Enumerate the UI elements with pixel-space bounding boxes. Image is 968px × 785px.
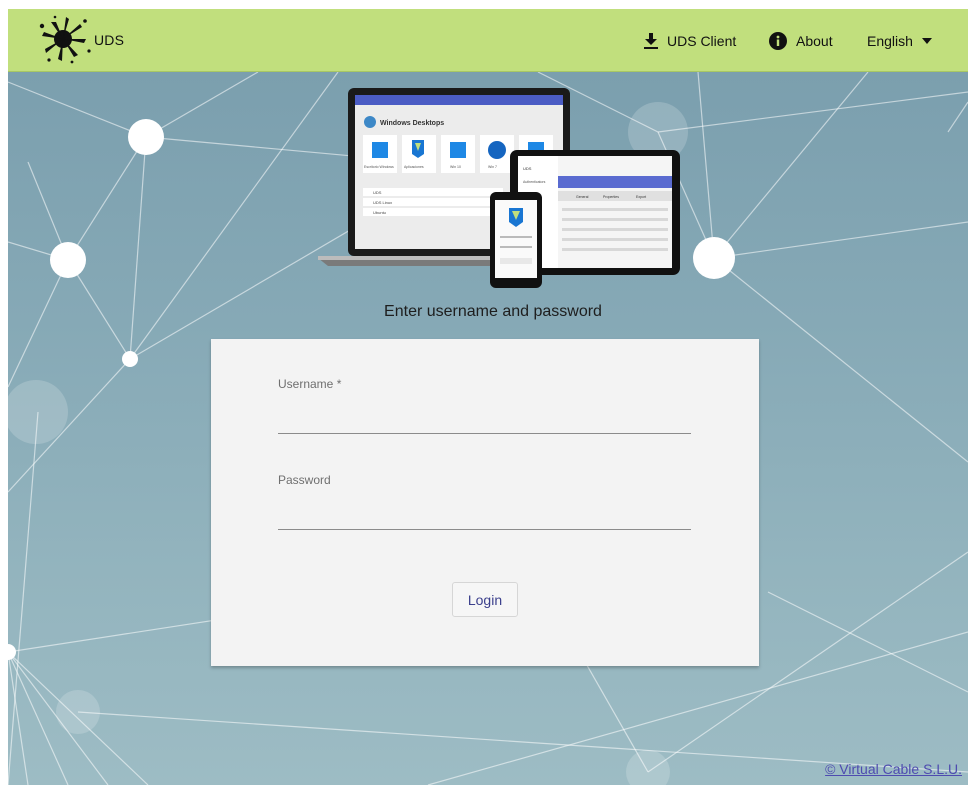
about-link[interactable]: About (769, 9, 833, 72)
info-icon (769, 31, 787, 50)
download-icon (644, 32, 658, 49)
tile-label: Escritorio Windows (364, 165, 394, 169)
login-button[interactable]: Login (452, 582, 518, 617)
caret-down-icon (921, 37, 932, 44)
background-network: Windows Desktops Escritorio Windows Apli… (8, 72, 968, 785)
password-label: Password (278, 473, 331, 487)
password-input[interactable] (278, 507, 691, 530)
copyright-link[interactable]: © Virtual Cable S.L.U. (825, 761, 962, 777)
tablet-tab: General (576, 195, 589, 199)
tablet-sidebar-item: Authenticators (523, 180, 546, 184)
tile-label: Win 7 (488, 165, 497, 169)
list-item: UDS Linux (373, 200, 392, 205)
username-input[interactable] (278, 411, 691, 434)
username-field: Username * (278, 377, 691, 434)
uds-splat-logo-icon (39, 15, 91, 64)
login-prompt: Enter username and password (384, 303, 602, 320)
brand-name: UDS (94, 32, 125, 48)
username-label: Username * (278, 377, 342, 391)
tile-label: Aplicaciones (404, 165, 424, 169)
tablet-tab: Export (636, 195, 646, 199)
list-item: Ubuntu (373, 210, 386, 215)
password-field: Password (278, 473, 691, 530)
tablet-tab: Properties (603, 195, 619, 199)
language-label: English (867, 32, 913, 49)
devices-illustration: Windows Desktops Escritorio Windows Apli… (318, 88, 680, 288)
laptop-title: Windows Desktops (380, 120, 444, 127)
brand-home-link[interactable]: UDS (36, 15, 124, 65)
list-item: UDS (373, 190, 382, 195)
language-dropdown[interactable]: English (867, 9, 932, 72)
uds-client-link[interactable]: UDS Client (644, 9, 736, 72)
uds-client-label: UDS Client (667, 32, 737, 49)
devices-hero-image: Windows Desktops Escritorio Windows Apli… (318, 88, 698, 293)
top-navbar: UDS UDS Client About English (8, 9, 968, 72)
tile-label: Win 10 (450, 165, 461, 169)
login-card: Username * Password Login (211, 339, 759, 666)
tablet-sidebar-item: UDS (523, 166, 532, 171)
about-label: About (796, 32, 833, 49)
app-frame: UDS UDS Client About English Windows Des… (8, 9, 968, 785)
